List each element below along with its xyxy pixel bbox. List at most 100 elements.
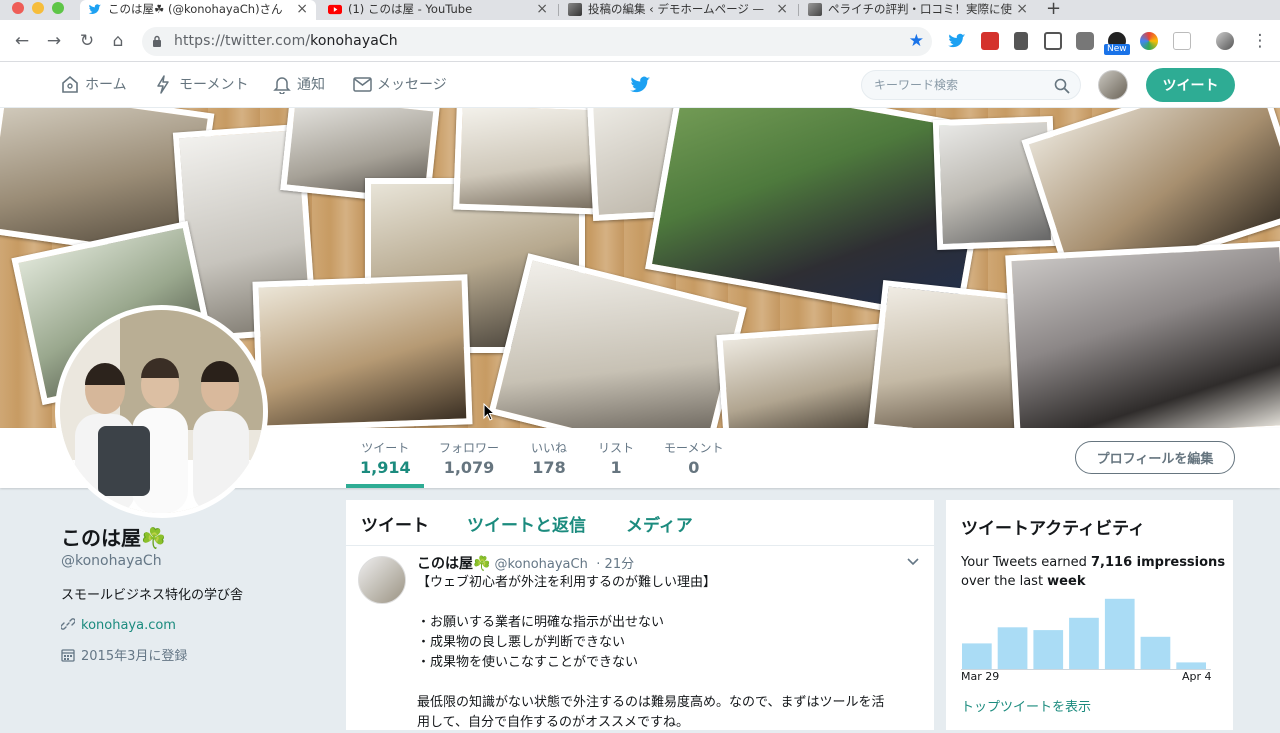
tweet-activity-card: ツイートアクティビティ Your Tweets earned 7,116 imp… <box>946 500 1233 730</box>
tweet-line: ・成果物の良し悪しが判断できない <box>417 635 626 650</box>
close-icon[interactable]: × <box>776 0 788 18</box>
tab-title: 投稿の編集 ‹ デモホームページ — <box>588 2 764 16</box>
tweet-header: このは屋☘️ @konohayaCh · 21分 <box>417 553 634 573</box>
lightning-icon <box>157 75 169 94</box>
impressions-count: 7,116 impressions <box>1091 555 1226 570</box>
back-arrow-icon[interactable]: ← <box>12 31 32 51</box>
minimize-window-button[interactable] <box>32 2 44 14</box>
new-badge: New <box>1104 44 1130 55</box>
profile-name[interactable]: このは屋☘️ <box>61 522 166 551</box>
address-bar[interactable]: https://twitter.com/konohayaCh ★ <box>142 27 932 56</box>
nav-home[interactable]: ホーム <box>61 75 127 95</box>
new-tab-button[interactable]: + <box>1046 0 1061 19</box>
banner-photo <box>252 274 473 428</box>
tab-title: このは屋☘ (@konohayaCh)さん <box>108 2 283 16</box>
profile-avatar[interactable] <box>1216 32 1234 50</box>
twitter-navbar: ホーム モーメント 通知 メッセージ ツイート <box>0 62 1280 108</box>
forward-arrow-icon[interactable]: → <box>44 31 64 51</box>
tab-separator <box>798 4 799 16</box>
close-window-button[interactable] <box>12 2 24 14</box>
bell-icon <box>273 77 291 94</box>
tweet-avatar[interactable] <box>358 556 406 604</box>
chart-bar[interactable] <box>997 627 1028 670</box>
tweet-line: 【ウェブ初心者が外注を利用するのが難しい理由】 <box>417 575 717 590</box>
screenshot-extension-icon[interactable] <box>1044 32 1062 50</box>
account-avatar[interactable] <box>1098 70 1128 100</box>
tweet-line: 用して、自分で自作するのがオススメですね。 <box>417 715 689 730</box>
chart-bar[interactable] <box>962 643 992 670</box>
youtube-icon <box>328 4 342 15</box>
nav-notifications[interactable]: 通知 <box>273 75 325 95</box>
search-box <box>861 70 1081 100</box>
top-tweet-link[interactable]: トップツイートを表示 <box>961 696 1091 715</box>
browser-tab-edit-post[interactable]: 投稿の編集 ‹ デモホームページ — × <box>560 0 796 20</box>
tweet-time[interactable]: · 21分 <box>596 557 634 572</box>
tab-media[interactable]: メディア <box>626 511 693 536</box>
camera-extension-icon[interactable] <box>1076 32 1094 50</box>
edit-profile-button[interactable]: プロフィールを編集 <box>1075 441 1235 474</box>
tweet-text: 【ウェブ初心者が外注を利用するのが難しい理由】 ・お願いする業者に明確な指示が出… <box>417 573 922 733</box>
nav-messages[interactable]: メッセージ <box>353 75 447 95</box>
close-icon[interactable]: × <box>536 0 548 18</box>
active-stat-underline <box>346 484 424 488</box>
chart-bar[interactable] <box>1033 630 1064 670</box>
tab-separator <box>558 4 559 16</box>
calendar-icon <box>61 649 75 662</box>
bookmark-star-icon[interactable]: ★ <box>909 31 924 51</box>
menu-icon[interactable]: ⋮ <box>1250 31 1270 51</box>
video-extension-icon[interactable] <box>981 32 999 50</box>
tweet-line: ・成果物を使いこなすことができない <box>417 655 639 670</box>
tab-tweets[interactable]: ツイート <box>361 511 429 536</box>
banner-photo <box>1005 240 1280 428</box>
clover-emoji: ☘️ <box>141 526 166 550</box>
timeline-tabs: ツイート ツイートと返信 メディア <box>346 500 934 546</box>
profile-avatar-large[interactable] <box>55 305 268 518</box>
site-favicon-icon <box>568 3 582 16</box>
twitter-extension-icon[interactable] <box>948 32 966 50</box>
browser-tab-youtube[interactable]: (1) このは屋 - YouTube × <box>320 0 556 20</box>
search-input[interactable] <box>874 71 1054 99</box>
tab-title: ペライチの評判・口コミ！実際に使 <box>828 2 1012 16</box>
tab-tweets-and-replies[interactable]: ツイートと返信 <box>467 511 586 536</box>
close-icon[interactable]: × <box>296 0 308 18</box>
mouse-cursor-icon <box>483 403 495 421</box>
tweet-line: ・お願いする業者に明確な指示が出せない <box>417 615 665 630</box>
chevron-down-icon[interactable] <box>906 557 920 567</box>
stat-moments[interactable]: モーメント 0 <box>664 439 724 477</box>
envelope-icon <box>353 77 372 92</box>
browser-tab-twitter[interactable]: このは屋☘ (@konohayaCh)さん × <box>80 0 316 20</box>
color-extension-icon[interactable] <box>1140 32 1158 50</box>
tweet-author-name[interactable]: このは屋☘️ <box>417 556 490 572</box>
tweet-line: 最低限の知識がない状態で外注するのは難易度高め。なので、まずはツールを活 <box>417 695 885 710</box>
chart-bar[interactable] <box>1140 636 1171 670</box>
profile-website-link[interactable]: konohaya.com <box>81 618 176 633</box>
stat-followers[interactable]: フォロワー 1,079 <box>439 439 499 477</box>
search-icon[interactable] <box>1054 78 1070 94</box>
home-icon[interactable]: ⌂ <box>108 31 128 51</box>
stat-lists[interactable]: リスト 1 <box>598 439 634 477</box>
chart-bar[interactable] <box>1176 662 1206 670</box>
stat-likes[interactable]: いいね 178 <box>531 439 567 477</box>
lock-icon <box>153 35 161 47</box>
dark-extension-icon[interactable] <box>1014 32 1028 50</box>
impressions-bar-chart[interactable] <box>961 592 1211 670</box>
close-icon[interactable]: × <box>1016 0 1028 18</box>
tweet-author-handle[interactable]: @konohayaCh <box>494 557 587 572</box>
timeline: ツイート ツイートと返信 メディア このは屋☘️ @konohayaCh · 21… <box>346 500 934 730</box>
reload-icon[interactable]: ↻ <box>77 31 97 51</box>
twitter-logo-icon[interactable] <box>630 76 651 94</box>
url-text: https://twitter.com/konohayaCh <box>174 33 398 49</box>
chart-bar[interactable] <box>1069 617 1099 670</box>
site-favicon-icon <box>808 3 822 16</box>
profile-join-date: 2015年3月に登録 <box>61 645 187 664</box>
profile-website: konohaya.com <box>60 617 176 633</box>
browser-tab-peraichi[interactable]: ペライチの評判・口コミ！実際に使 × <box>800 0 1036 20</box>
stat-tweets[interactable]: ツイート 1,914 <box>360 439 411 477</box>
chart-bar[interactable] <box>1104 598 1135 670</box>
nav-moments[interactable]: モーメント <box>155 75 248 95</box>
maximize-window-button[interactable] <box>52 2 64 14</box>
calendar-extension-icon[interactable] <box>1173 32 1191 50</box>
compose-tweet-button[interactable]: ツイート <box>1146 68 1235 102</box>
